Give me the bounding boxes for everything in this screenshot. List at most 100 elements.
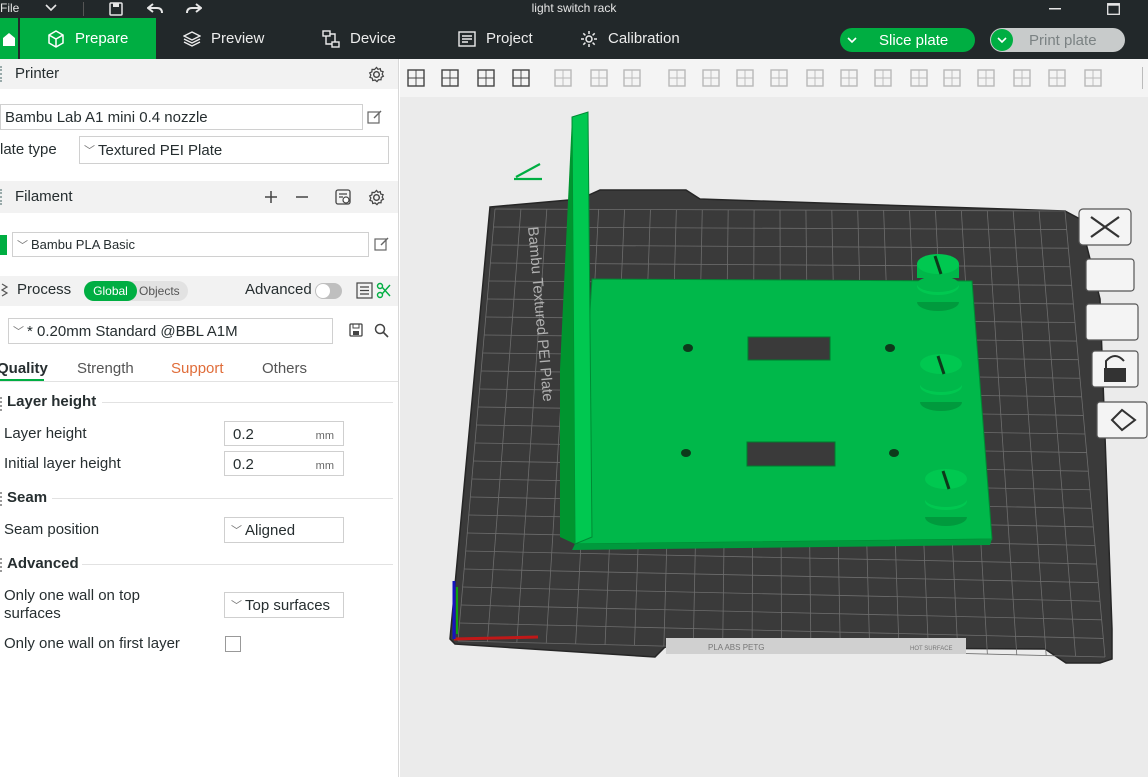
- remove-filament-icon[interactable]: [292, 187, 312, 207]
- initial-layer-height-value: 0.2: [233, 456, 254, 473]
- chevron-down-icon: ﹀: [231, 600, 242, 612]
- scope-global-option[interactable]: Global: [84, 281, 137, 301]
- filament-name: Bambu PLA Basic: [31, 237, 136, 252]
- plate-hot-text: HOT SURFACE: [910, 646, 953, 652]
- x-axis: [453, 635, 539, 641]
- undo-icon[interactable]: [145, 0, 165, 18]
- home-icon: [3, 32, 15, 46]
- print-plate-label: Print plate: [1029, 31, 1097, 49]
- layer-height-input[interactable]: 0.2 mm: [224, 421, 344, 446]
- one-wall-top-label: Only one wall on top surfaces: [4, 587, 140, 623]
- layer-height-value: 0.2: [233, 426, 254, 443]
- model-peg: [917, 254, 959, 311]
- one-wall-top-value: Top surfaces: [245, 596, 331, 614]
- add-filament-icon[interactable]: [261, 187, 281, 207]
- edit-printer-icon[interactable]: [367, 109, 383, 128]
- seam-group-icon: [0, 492, 3, 506]
- printer-section-header[interactable]: Printer: [0, 59, 398, 89]
- printer-select[interactable]: Bambu Lab A1 mini 0.4 nozzle: [0, 104, 363, 130]
- initial-layer-height-unit: mm: [315, 460, 334, 472]
- plate-material-text: PLA ABS PETG: [708, 643, 764, 652]
- seam-position-select[interactable]: ﹀ Aligned: [224, 517, 344, 543]
- tab-support[interactable]: Support: [171, 360, 224, 377]
- process-section-label: Process: [17, 281, 72, 298]
- file-menu[interactable]: File: [0, 1, 57, 15]
- gear-icon[interactable]: [366, 187, 386, 207]
- tab-device[interactable]: Device: [322, 18, 396, 59]
- drag-handle-icon: [0, 66, 3, 82]
- print-plate-button[interactable]: Print plate: [990, 28, 1125, 52]
- plate-type-label: late type: [0, 141, 57, 158]
- project-icon: [458, 30, 476, 47]
- home-tab[interactable]: [0, 18, 18, 59]
- edit-filament-icon[interactable]: [374, 236, 390, 255]
- compare-icon[interactable]: [356, 282, 373, 302]
- save-profile-icon[interactable]: [349, 323, 363, 340]
- plate-scene[interactable]: Bambu Textured PEI Plate PLA ABS PETG HO…: [400, 59, 1148, 777]
- device-icon: [322, 29, 340, 48]
- tab-strength[interactable]: Strength: [77, 360, 134, 377]
- group-divider: [102, 402, 393, 403]
- chevron-down-icon: ﹀: [17, 239, 28, 252]
- layers-icon: [183, 30, 201, 47]
- filament-section-label: Filament: [15, 188, 73, 205]
- calibration-icon: [581, 30, 597, 47]
- search-icon[interactable]: [374, 323, 389, 341]
- one-wall-top-select[interactable]: ﹀ Top surfaces: [224, 592, 344, 618]
- print-dropdown-icon[interactable]: [991, 29, 1013, 51]
- plate-type-value: Textured PEI Plate: [98, 141, 223, 159]
- settings-sidebar: Printer Bambu Lab A1 mini 0.4 nozzle lat…: [0, 59, 399, 777]
- tab-project[interactable]: Project: [458, 18, 533, 59]
- tab-quality[interactable]: Quality: [0, 360, 48, 377]
- gear-icon[interactable]: [366, 64, 386, 84]
- chevron-down-icon: ﹀: [231, 525, 242, 537]
- slice-dropdown-icon[interactable]: [841, 29, 863, 51]
- group-divider: [52, 498, 393, 499]
- plate-type-select[interactable]: ﹀ Textured PEI Plate: [79, 136, 389, 164]
- initial-layer-height-input[interactable]: 0.2 mm: [224, 451, 344, 476]
- advanced-toggle[interactable]: [315, 283, 342, 299]
- tab-calibration[interactable]: Calibration: [580, 18, 680, 59]
- one-wall-first-layer-label: Only one wall on first layer: [4, 635, 180, 652]
- switch-cutout: [747, 336, 831, 361]
- plate-settings-icon: [1085, 303, 1139, 341]
- minimize-icon[interactable]: [1045, 0, 1065, 18]
- one-wall-first-layer-checkbox[interactable]: [225, 636, 241, 652]
- tab-device-label: Device: [350, 30, 396, 47]
- screw-hole: [889, 449, 899, 457]
- tab-preview-label: Preview: [211, 30, 265, 47]
- redo-icon[interactable]: [184, 0, 204, 18]
- layer-height-unit: mm: [315, 430, 334, 442]
- scope-objects-option[interactable]: Objects: [139, 284, 180, 298]
- main-nav: Prepare Preview Device Project Calibrati…: [0, 18, 1148, 59]
- seam-group-title: Seam: [7, 489, 48, 506]
- cube-icon: [48, 29, 64, 48]
- plate-type-icon: [1096, 401, 1148, 439]
- group-divider: [82, 564, 393, 565]
- one-wall-top-label-line1: Only one wall on top: [4, 587, 140, 604]
- process-tabs: Quality Strength Support Others: [0, 360, 398, 382]
- 3d-viewport[interactable]: Bambu Textured PEI Plate PLA ABS PETG HO…: [400, 59, 1148, 777]
- seam-position-value: Aligned: [245, 521, 296, 539]
- maximize-icon[interactable]: [1103, 0, 1123, 18]
- seam-position-label: Seam position: [4, 521, 100, 538]
- tab-preview[interactable]: Preview: [183, 18, 264, 59]
- filament-section-header[interactable]: Filament: [0, 181, 398, 213]
- tab-others[interactable]: Others: [262, 360, 307, 377]
- file-menu-label: File: [0, 1, 20, 15]
- sync-ams-icon[interactable]: [333, 187, 353, 207]
- filament-select[interactable]: ﹀ Bambu PLA Basic: [12, 232, 369, 257]
- save-icon[interactable]: [106, 0, 126, 18]
- process-mode-icon[interactable]: [376, 282, 391, 302]
- process-profile-select[interactable]: ﹀ * 0.20mm Standard @BBL A1M: [8, 318, 333, 344]
- slice-plate-button[interactable]: Slice plate: [840, 28, 975, 52]
- filament-color-swatch[interactable]: [0, 235, 7, 255]
- screw-hole: [681, 449, 691, 457]
- tab-prepare[interactable]: Prepare: [20, 18, 156, 59]
- one-wall-top-label-line2: surfaces: [4, 605, 61, 622]
- screw-hole: [683, 344, 693, 352]
- tab-project-label: Project: [486, 30, 533, 47]
- process-icon: [0, 283, 9, 302]
- initial-layer-height-label: Initial layer height: [4, 455, 121, 472]
- layer-height-label: Layer height: [4, 425, 87, 442]
